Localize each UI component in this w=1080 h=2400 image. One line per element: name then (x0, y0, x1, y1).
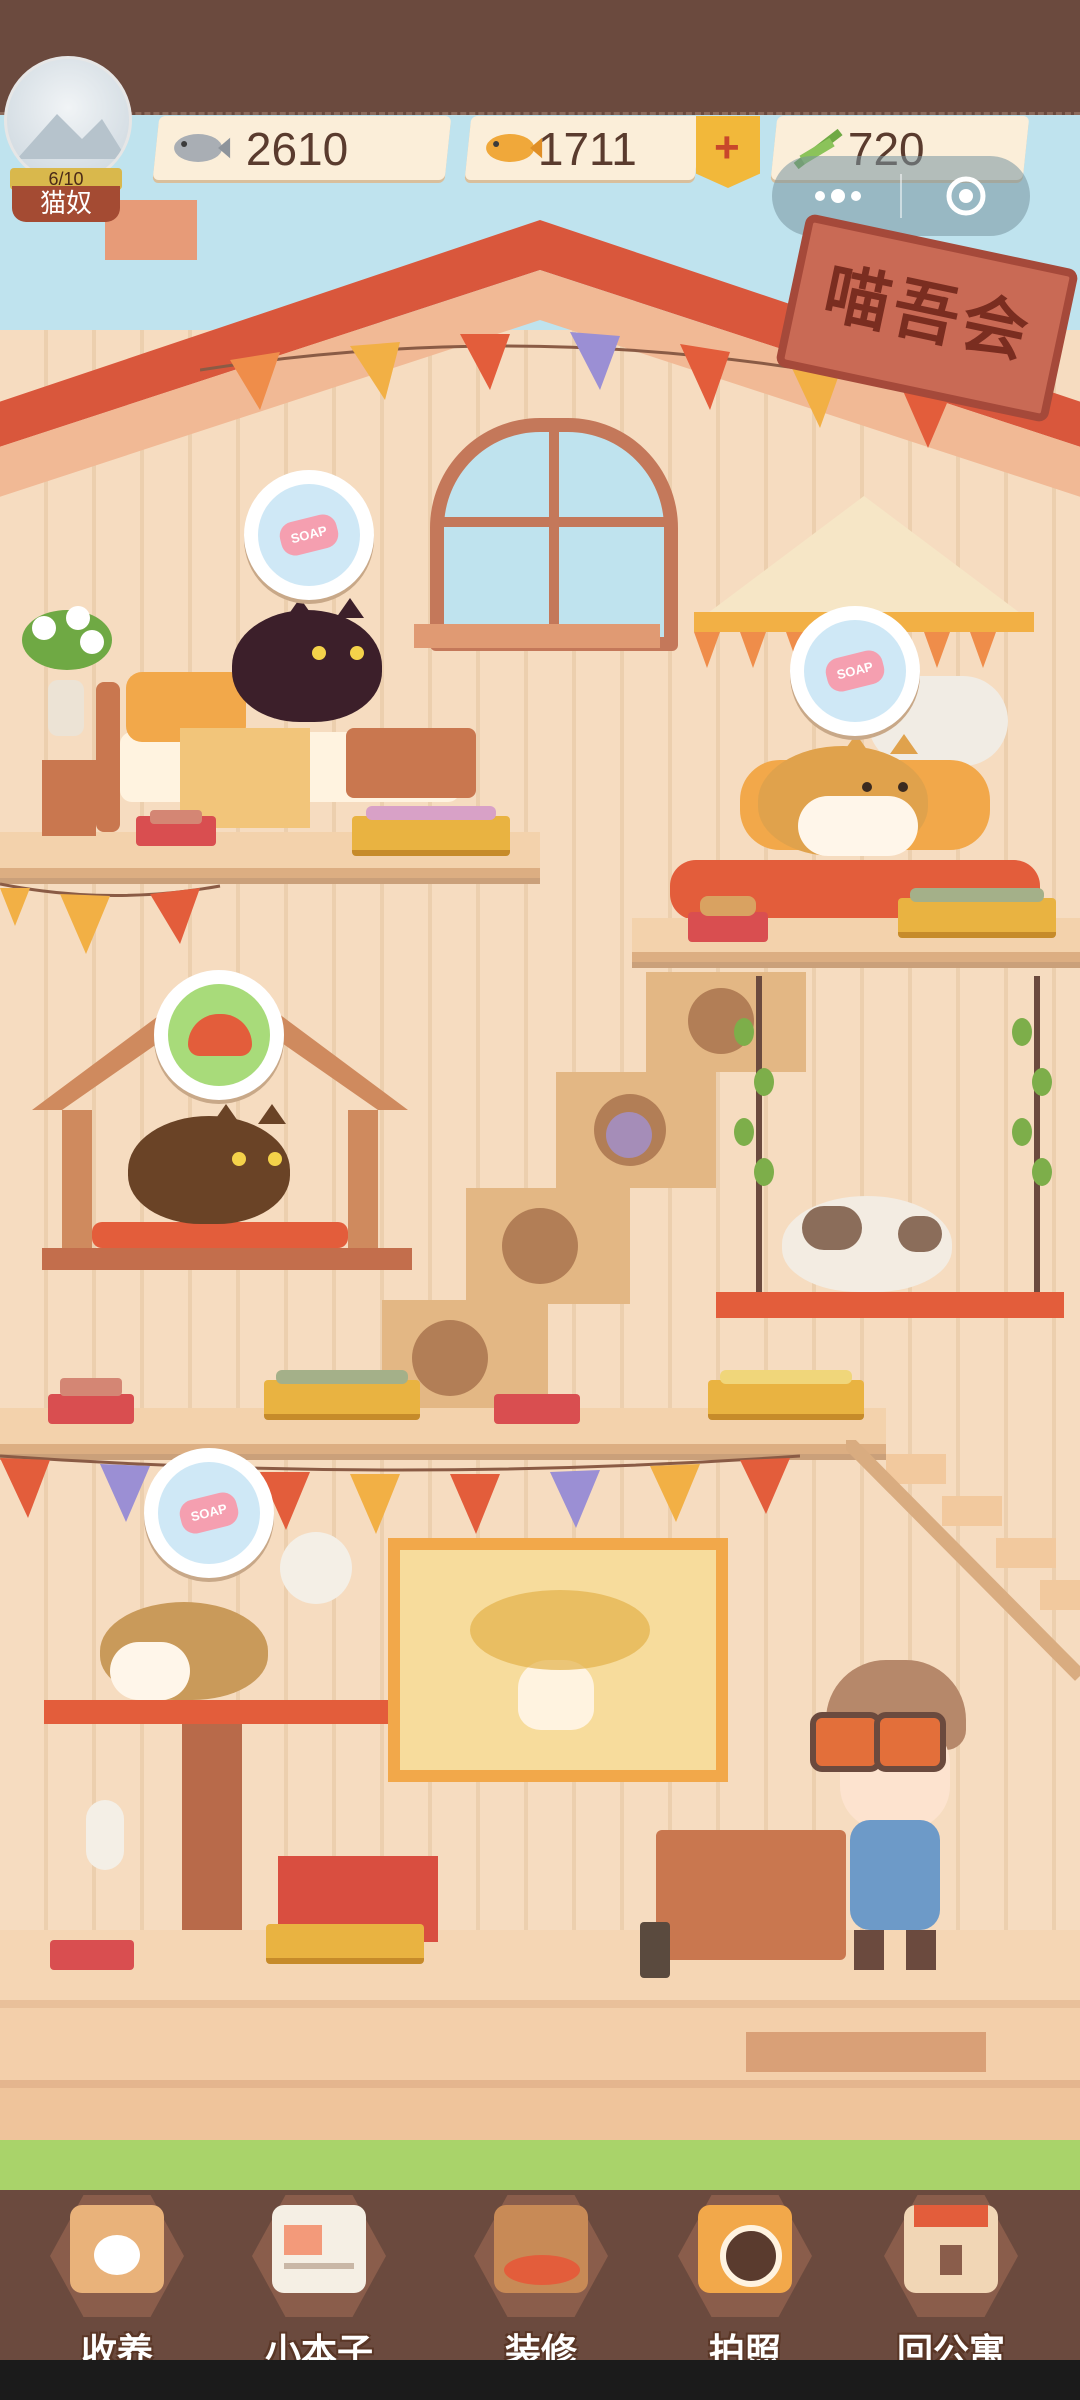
add-currency-button[interactable]: + (696, 116, 760, 188)
litter-pellets (276, 1370, 408, 1384)
cat-cube (556, 1072, 716, 1188)
cat-table-top (44, 1700, 388, 1724)
soap-icon: SOAP (822, 647, 888, 695)
window-sill (414, 624, 660, 648)
food-bowl[interactable] (48, 1394, 134, 1424)
top-frame (0, 0, 1080, 115)
player-avatar[interactable] (4, 56, 132, 184)
calico-cat-on-swing[interactable] (782, 1196, 952, 1292)
arched-window (430, 418, 678, 651)
brown-cat-request-bubble[interactable] (154, 970, 284, 1100)
black-cat[interactable] (232, 598, 382, 722)
player-title: 猫奴 (12, 186, 120, 222)
cat-box-icon (70, 2205, 164, 2293)
biscuit-food (700, 896, 756, 916)
empty-food-bowl[interactable] (494, 1394, 580, 1424)
fish-bone-currency: 2610 (152, 116, 452, 180)
brown-cat-in-house[interactable] (128, 1104, 290, 1224)
notebook-icon (272, 2205, 366, 2293)
empty-food-bowl[interactable] (50, 1940, 134, 1970)
mountain-avatar-icon (17, 114, 127, 159)
fish-toy (86, 1800, 124, 1870)
hanging-vine (734, 1012, 774, 1192)
flower-vase (12, 600, 122, 840)
cat-table-post (182, 1724, 242, 1948)
litter-tray[interactable] (352, 816, 510, 856)
cat-cube-top (646, 972, 806, 1072)
cat-cube (466, 1188, 630, 1304)
litter-tray[interactable] (898, 898, 1056, 938)
house-icon (904, 2205, 998, 2293)
left-bunting (0, 882, 221, 954)
tab-apartment[interactable]: 回公寓 (876, 2185, 1026, 2372)
food-bowl-icon (188, 1014, 252, 1056)
calico-cat-on-table[interactable] (100, 1602, 268, 1700)
tabby-cat-request-bubble[interactable]: SOAP (790, 606, 920, 736)
floor-step (746, 2032, 986, 2072)
lantern (640, 1922, 670, 1978)
swing-seat[interactable] (716, 1292, 1064, 1318)
camera-icon (698, 2205, 792, 2293)
litter-tray[interactable] (708, 1380, 864, 1420)
food-bowl[interactable] (688, 912, 768, 942)
capsule-divider (900, 174, 902, 218)
litter-tray[interactable] (264, 1380, 420, 1420)
yarn-ball (606, 1112, 652, 1158)
fish-bone-amount: 2610 (245, 123, 349, 175)
window-frame (444, 432, 664, 637)
litter-pellets (910, 888, 1044, 902)
close-miniprogram-icon[interactable] (944, 174, 988, 218)
soap-icon: SOAP (276, 511, 342, 559)
litter-pellets (366, 806, 496, 820)
litter-tray[interactable] (266, 1924, 424, 1964)
litter-pellets (720, 1370, 852, 1384)
fish-bone-icon (174, 134, 231, 162)
soap-icon: SOAP (176, 1489, 242, 1537)
more-options-icon[interactable] (808, 186, 868, 206)
fish-food (150, 810, 202, 824)
paper-lantern (280, 1532, 352, 1604)
tabby-cat-on-cushion[interactable] (758, 734, 928, 856)
screen-bottom-edge (0, 2360, 1080, 2400)
tab-notebook[interactable]: 小本子 (244, 2185, 394, 2372)
tab-photo[interactable]: 拍照 (670, 2185, 820, 2372)
tab-decorate[interactable]: 装修 (466, 2185, 616, 2372)
dried-fish-currency: 1711 (464, 116, 702, 180)
table-cat-request-bubble[interactable]: SOAP (144, 1448, 274, 1578)
dried-fish-amount: 1711 (537, 123, 637, 175)
tab-adopt[interactable]: 收养 (42, 2185, 192, 2372)
dried-fish-icon (486, 134, 543, 162)
plus-icon: + (714, 123, 740, 172)
paint-brush-icon (494, 2205, 588, 2293)
mechanic-boy[interactable] (810, 1660, 980, 1970)
hanging-vine (1012, 1012, 1052, 1192)
fish-food (60, 1378, 122, 1396)
black-cat-request-bubble[interactable]: SOAP (244, 470, 374, 600)
wall-tapestry (388, 1538, 728, 1782)
